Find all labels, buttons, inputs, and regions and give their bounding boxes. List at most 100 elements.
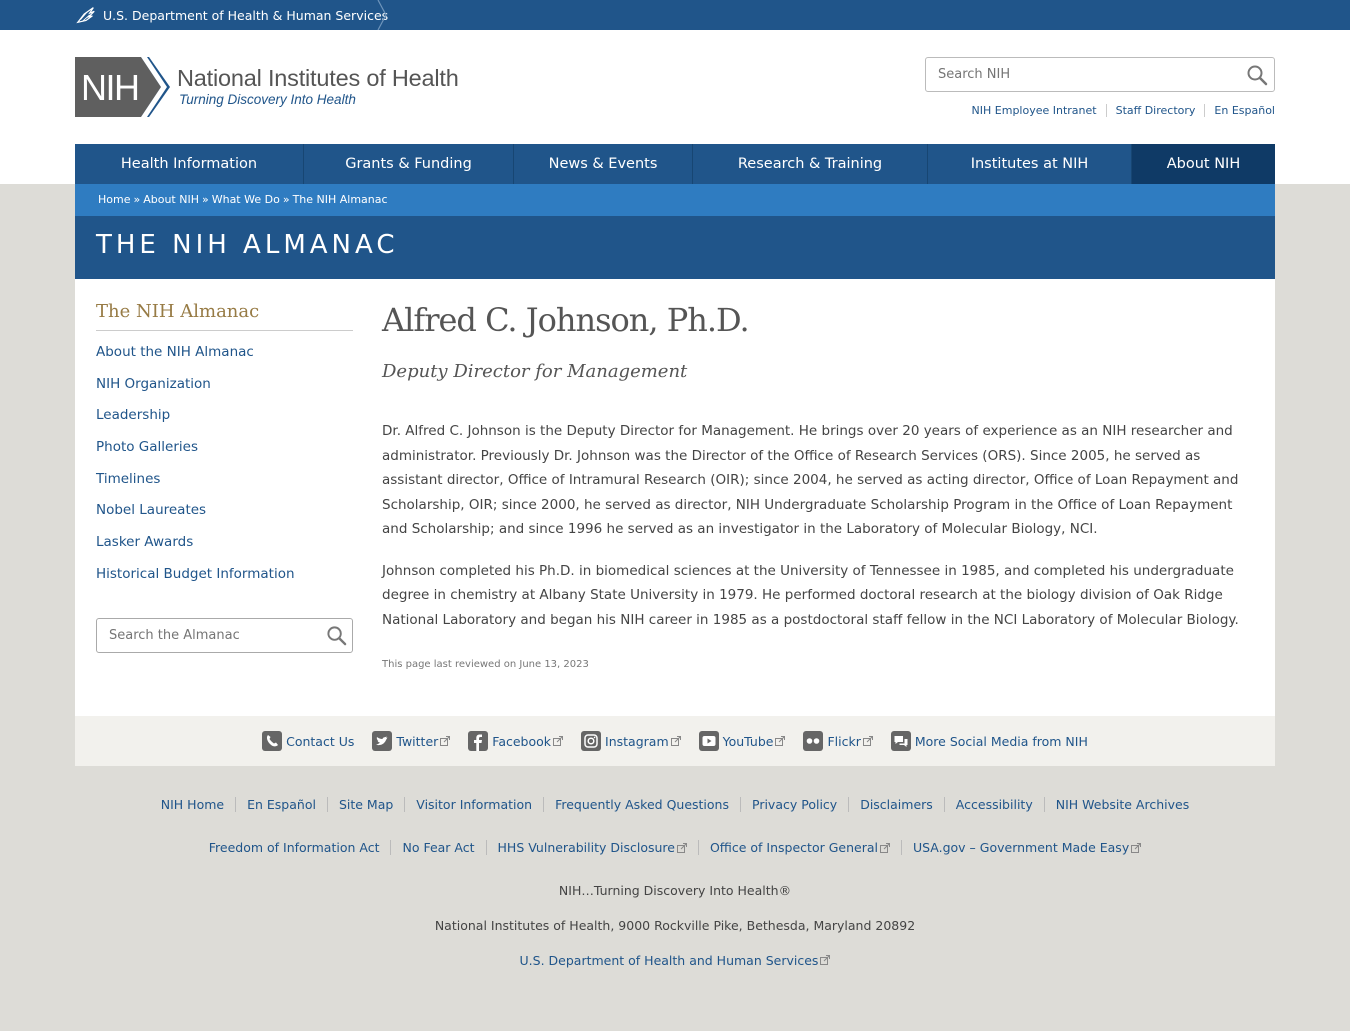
footer-link-faq[interactable]: Frequently Asked Questions [543,797,740,812]
nav-grants-funding[interactable]: Grants & Funding [304,144,514,184]
sidebar-item: About the NIH Almanac [96,344,353,376]
external-link-icon [676,842,687,853]
social-label: Flickr [827,733,861,749]
nav-about-nih[interactable]: About NIH [1132,144,1275,184]
sidebar-list: About the NIH Almanac NIH Organization L… [96,344,353,598]
sidebar-item-organization[interactable]: NIH Organization [96,376,211,392]
social-label: Twitter [396,733,439,749]
nav-research-training[interactable]: Research & Training [693,144,928,184]
external-link-icon [879,842,890,853]
external-link-icon [1131,842,1142,853]
person-role: Deputy Director for Management [382,361,688,382]
almanac-search-input[interactable] [97,619,307,652]
instagram-icon [581,731,602,751]
nav-news-events[interactable]: News & Events [514,144,693,184]
social-more[interactable]: More Social Media from NIH [890,731,1088,751]
util-link-espanol[interactable]: En Español [1204,104,1275,117]
footer-hhs: U.S. Department of Health and Human Serv… [0,953,1350,968]
footer-links-primary: NIH Home En Español Site Map Visitor Inf… [0,797,1350,812]
sidebar-item: Photo Galleries [96,439,353,471]
sidebar-item-budget-info[interactable]: Historical Budget Information [96,566,295,582]
external-link-icon [862,736,873,746]
logo-tagline: Turning Discovery Into Health [179,92,356,107]
search-input[interactable] [926,58,1226,91]
sidebar-item: NIH Organization [96,376,353,408]
breadcrumb: Home» About NIH» What We Do» The NIH Almana… [75,184,1275,216]
social-label: Facebook [492,733,552,749]
social-instagram[interactable]: Instagram [581,731,681,751]
footer-link-label: Office of Inspector General [709,840,878,855]
breadcrumb-about-nih[interactable]: About NIH [143,193,199,206]
social-flickr[interactable]: Flickr [803,731,873,751]
sidebar-item: Historical Budget Information [96,566,353,598]
sidebar-title: The NIH Almanac [96,301,353,331]
footer-link-no-fear-act[interactable]: No Fear Act [390,840,485,855]
social-label: More Social Media from NIH [914,733,1088,749]
utility-links: NIH Employee Intranet Staff Directory En… [963,104,1275,117]
bio-paragraph-2: Johnson completed his Ph.D. in biomedica… [382,562,1239,628]
content-area: The NIH Almanac About the NIH Almanac NI… [75,279,1275,716]
page-banner: THE NIH ALMANAC [75,216,1275,279]
sidebar-item: Timelines [96,471,353,503]
social-facebook[interactable]: Facebook [468,731,564,751]
youtube-icon [698,731,719,751]
footer-link-site-map[interactable]: Site Map [326,797,404,812]
person-name: Alfred C. Johnson, Ph.D. [382,301,750,339]
search-icon[interactable] [1246,64,1268,86]
nih-logo[interactable]: NIH National Institutes of Health Turnin… [75,57,459,117]
footer-links-secondary: Freedom of Information Act No Fear Act H… [0,840,1350,855]
footer-link-foia[interactable]: Freedom of Information Act [198,840,391,855]
sidebar-item-photo-galleries[interactable]: Photo Galleries [96,439,198,455]
social-contact-us[interactable]: Contact Us [262,731,354,751]
footer-link-privacy[interactable]: Privacy Policy [740,797,848,812]
nav-health-information[interactable]: Health Information [75,144,304,184]
nav-institutes[interactable]: Institutes at NIH [928,144,1132,184]
util-link-staff-directory[interactable]: Staff Directory [1105,104,1205,117]
footer-hhs-link[interactable]: U.S. Department of Health and Human Serv… [520,953,831,968]
social-twitter[interactable]: Twitter [372,731,451,751]
hhs-label: U.S. Department of Health & Human Servic… [103,7,389,23]
breadcrumb-what-we-do[interactable]: What We Do [212,193,280,206]
sidebar-item-nobel-laureates[interactable]: Nobel Laureates [96,502,206,518]
flickr-icon [803,731,824,751]
social-youtube[interactable]: YouTube [698,731,786,751]
sidebar-item: Lasker Awards [96,534,353,566]
almanac-search-box [96,618,353,653]
twitter-icon [372,731,393,751]
search-icon[interactable] [326,625,347,646]
footer-link-accessibility[interactable]: Accessibility [943,797,1044,812]
sidebar-item-lasker-awards[interactable]: Lasker Awards [96,534,193,550]
sidebar-item-leadership[interactable]: Leadership [96,407,170,423]
sidebar: The NIH Almanac About the NIH Almanac NI… [96,301,353,653]
footer-hhs-label: U.S. Department of Health and Human Serv… [519,953,819,968]
footer-link-inspector-general[interactable]: Office of Inspector General [697,840,901,855]
last-reviewed: This page last reviewed on June 13, 2023 [382,659,589,670]
breadcrumb-home[interactable]: Home [98,193,130,206]
footer-link-nih-home[interactable]: NIH Home [150,797,235,812]
breadcrumb-current: The NIH Almanac [292,193,388,206]
phone-icon [262,731,283,751]
breadcrumb-separator: » [282,193,290,206]
util-link-intranet[interactable]: NIH Employee Intranet [963,104,1106,117]
breadcrumb-separator: » [133,193,141,206]
footer-address: National Institutes of Health, 9000 Rock… [434,918,916,933]
chevron-right-icon [377,0,387,30]
nih-logo-mark: NIH [75,57,170,117]
footer-link-archives[interactable]: NIH Website Archives [1043,797,1201,812]
external-link-icon [775,736,786,746]
nih-search-box [925,57,1275,92]
footer-link-vulnerability[interactable]: HHS Vulnerability Disclosure [485,840,698,855]
social-links: Contact Us Twitter Facebook Instagram Yo… [75,716,1275,766]
bio-paragraph-1: Dr. Alfred C. Johnson is the Deputy Dire… [382,423,1239,537]
social-label: YouTube [722,733,774,749]
footer-link-usa-gov[interactable]: USA.gov – Government Made Easy [900,840,1152,855]
hhs-link[interactable]: U.S. Department of Health & Human Servic… [75,0,388,30]
main-article: Alfred C. Johnson, Ph.D. Deputy Director… [382,301,1252,670]
external-link-icon [440,736,451,746]
sidebar-item-timelines[interactable]: Timelines [96,471,160,487]
footer-link-espanol[interactable]: En Español [235,797,327,812]
footer-link-disclaimers[interactable]: Disclaimers [848,797,944,812]
footer-link-visitor-info[interactable]: Visitor Information [404,797,543,812]
sidebar-item: Leadership [96,407,353,439]
sidebar-item-about-almanac[interactable]: About the NIH Almanac [96,344,254,360]
